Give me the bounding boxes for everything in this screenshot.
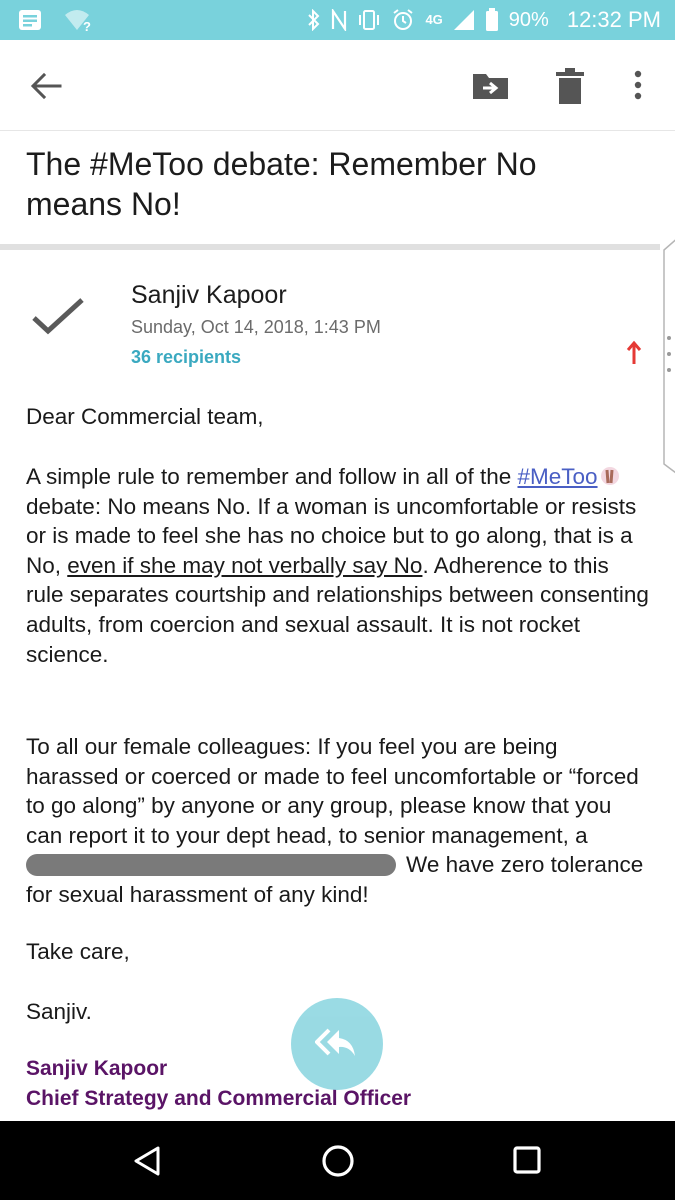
toolbar-divider: [0, 130, 675, 131]
nav-home-icon[interactable]: [320, 1143, 356, 1179]
body-greeting: Dear Commercial team,: [26, 404, 264, 429]
email-toolbar: [0, 40, 675, 132]
status-left-icons: ?: [18, 8, 94, 32]
reply-all-button[interactable]: [291, 998, 383, 1090]
body-paragraph-1: A simple rule to remember and follow in …: [26, 462, 651, 669]
p2-text-a: To all our female colleagues: If you fee…: [26, 734, 639, 848]
recipients-link[interactable]: 36 recipients: [131, 347, 241, 368]
emoji-icon: [600, 467, 619, 485]
more-vert-icon[interactable]: [626, 66, 650, 106]
email-subject: The #MeToo debate: Remember No means No!: [26, 146, 537, 222]
svg-text:?: ?: [83, 19, 91, 32]
trash-icon[interactable]: [552, 66, 588, 106]
wifi-question-icon: ?: [65, 10, 91, 32]
body-closing: Take care,: [26, 939, 130, 964]
back-arrow-icon[interactable]: [26, 68, 66, 104]
battery-icon: [485, 8, 498, 31]
vibrate-icon: [359, 10, 380, 30]
move-to-icon[interactable]: [470, 66, 512, 106]
battery-percent: 90%: [508, 8, 549, 31]
subject-divider: [0, 244, 660, 250]
redacted-text: [26, 854, 396, 877]
system-nav-bar: [0, 1121, 675, 1200]
side-panel-handle[interactable]: [660, 236, 675, 476]
body-paragraph-2: To all our female colleagues: If you fee…: [26, 732, 651, 910]
p1-intro: A simple rule to remember and follow in …: [26, 464, 512, 489]
high-priority-icon: [626, 340, 642, 364]
nav-back-icon[interactable]: [132, 1145, 164, 1177]
reply-all-icon: [315, 1028, 355, 1056]
status-bar: ? 4G 90% 12:32 PM: [0, 0, 675, 40]
signature-name: Sanjiv Kapoor: [26, 1057, 168, 1080]
signal-icon: [453, 10, 474, 30]
email-date: Sunday, Oct 14, 2018, 1:43 PM: [131, 317, 381, 337]
sender-name[interactable]: Sanjiv Kapoor: [131, 281, 287, 310]
status-time: 12:32 PM: [566, 7, 661, 32]
network-label: 4G: [425, 12, 443, 27]
alarm-icon: [393, 9, 414, 30]
nfc-icon: [332, 9, 347, 31]
status-right-icons: 4G 90% 12:32 PM: [307, 4, 661, 36]
network-type: 4G: [425, 12, 443, 27]
check-icon[interactable]: [30, 296, 86, 336]
bluetooth-icon: [308, 9, 320, 31]
metoo-hashtag-link[interactable]: #MeToo: [518, 464, 598, 489]
p1-underlined: even if she may not verbally say No: [67, 552, 423, 578]
nav-recents-icon[interactable]: [512, 1145, 542, 1175]
notification-icon: [19, 10, 41, 30]
signature-title: Chief Strategy and Commercial Officer: [26, 1087, 412, 1110]
